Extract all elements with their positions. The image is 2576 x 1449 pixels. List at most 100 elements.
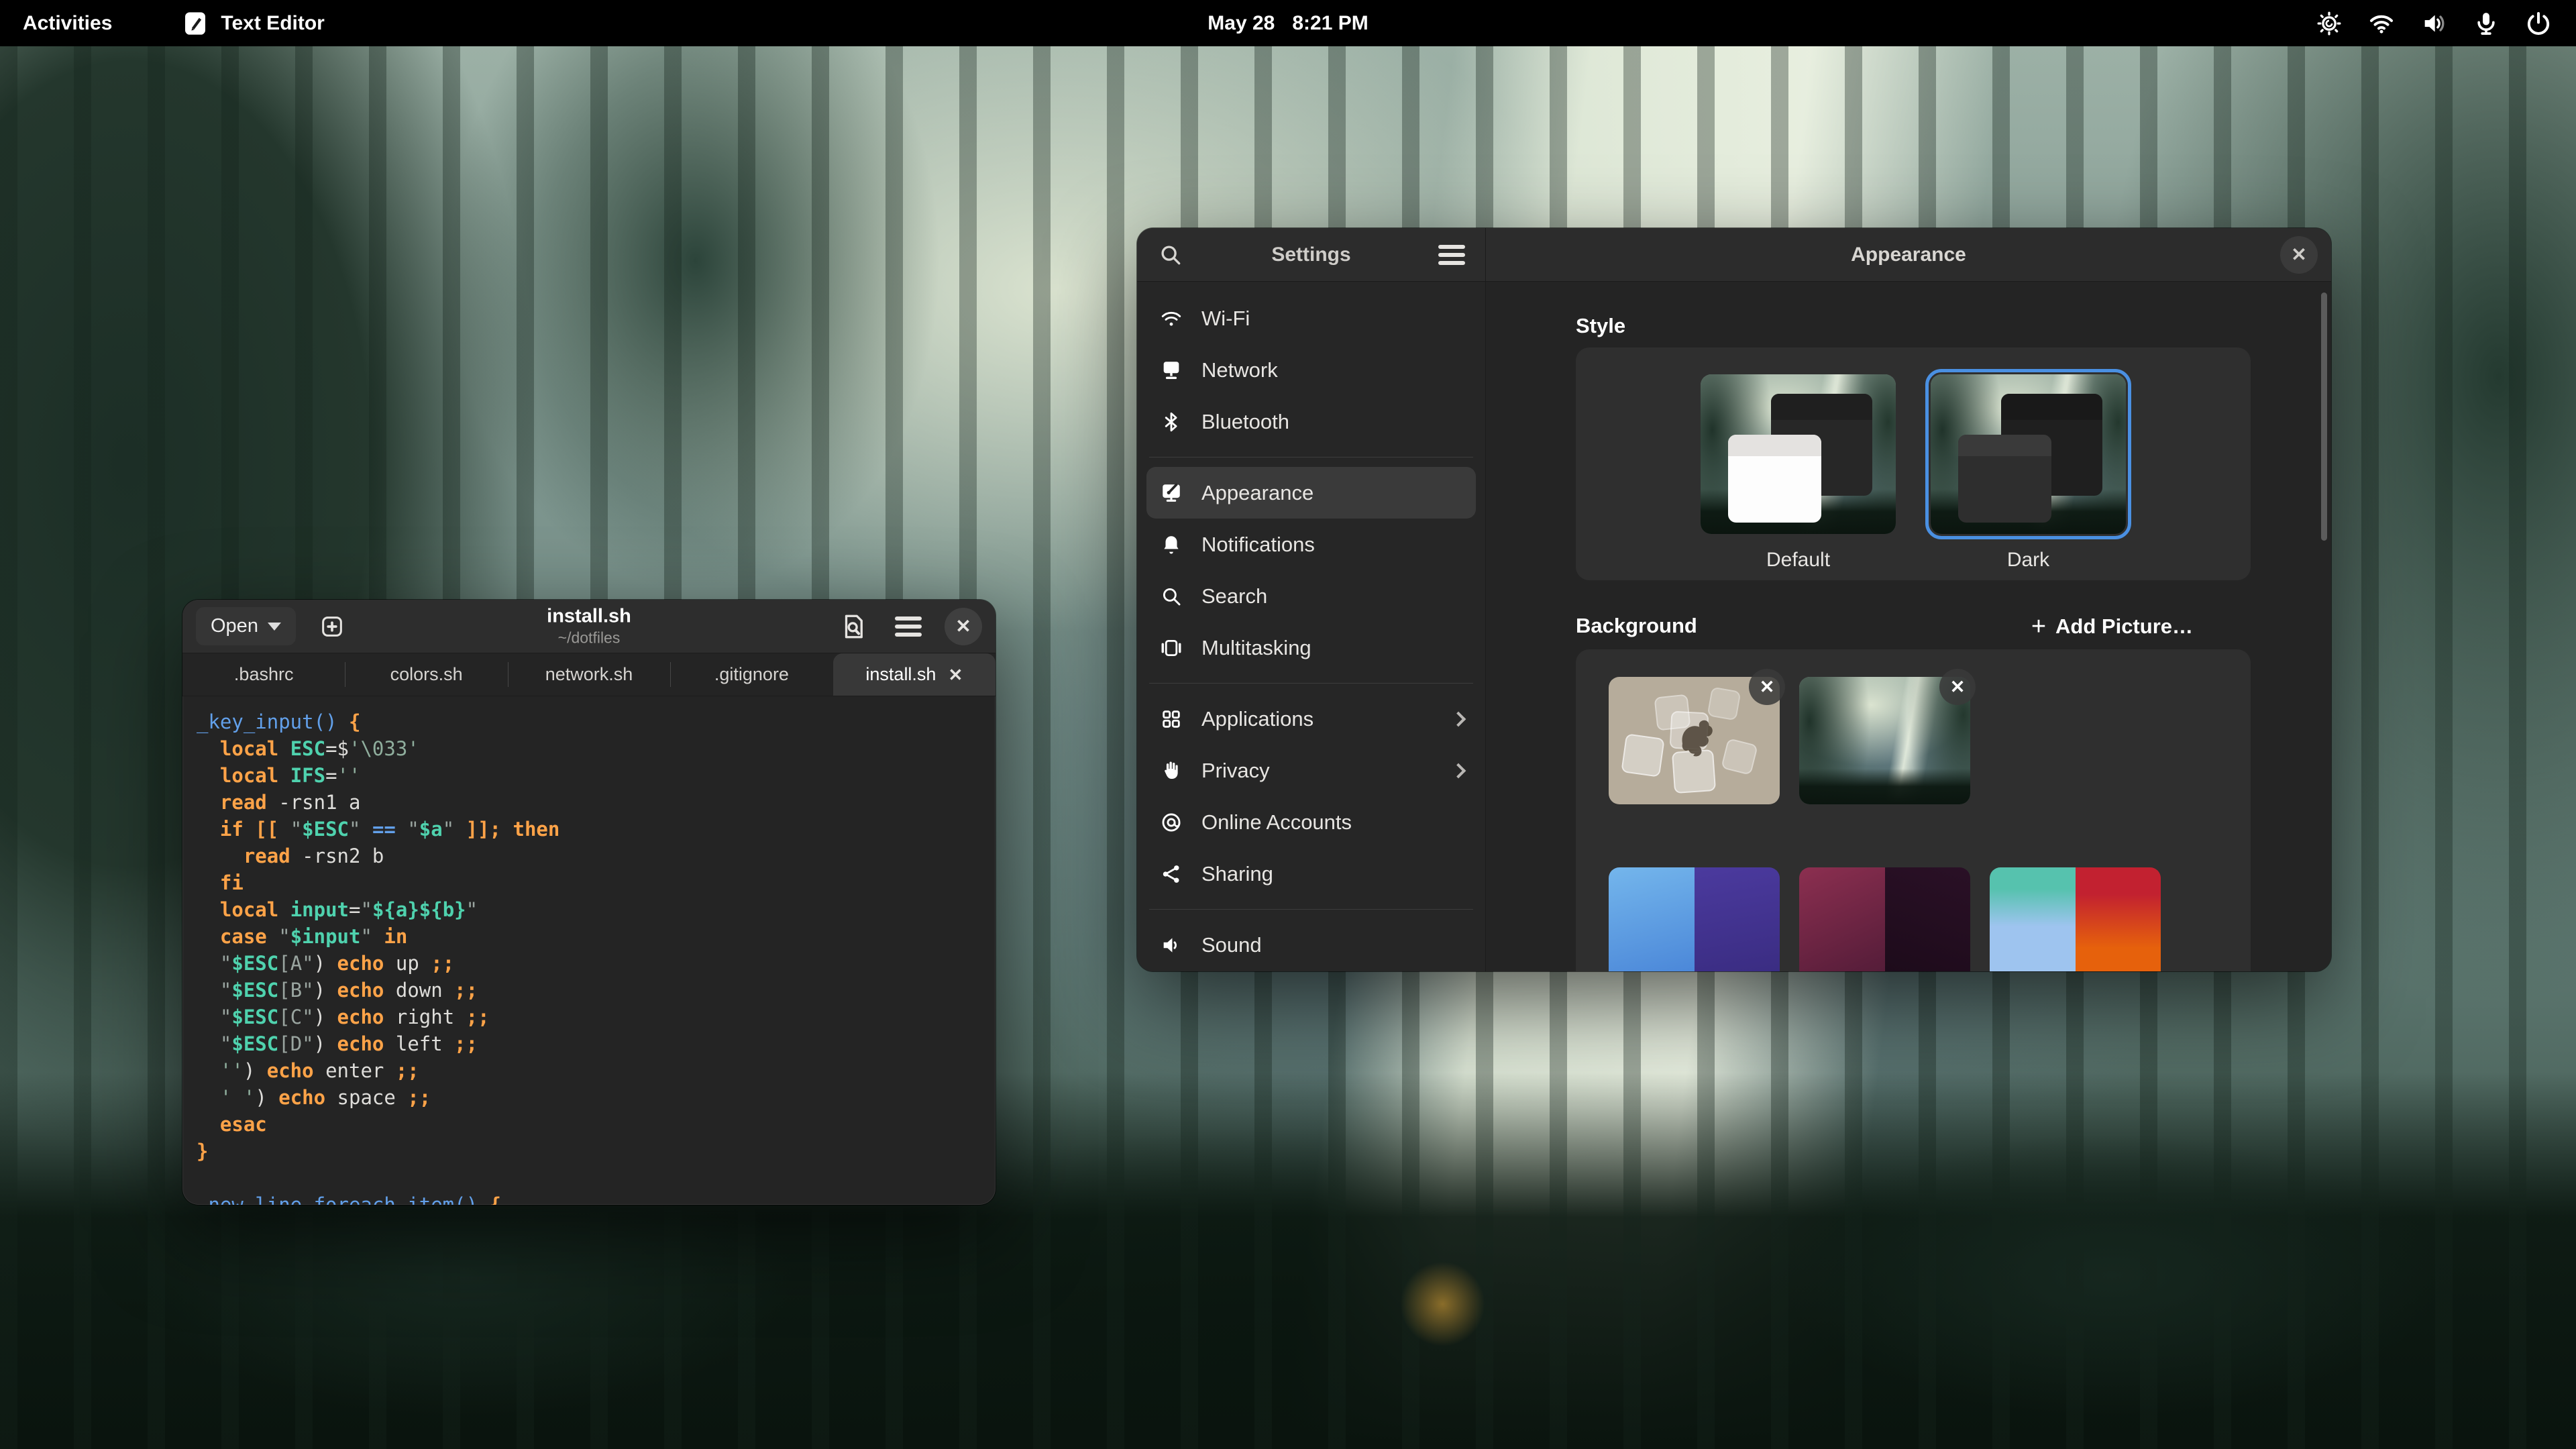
brightness-icon bbox=[2316, 10, 2343, 37]
clock[interactable]: May 28 8:21 PM bbox=[1208, 0, 1368, 46]
sidebar-item-label: Wi-Fi bbox=[1201, 307, 1250, 331]
settings-nav-list: Wi-Fi Network Bluetooth Appearance Notificat… bbox=[1137, 282, 1485, 971]
editor-tab[interactable]: .gitignore bbox=[670, 653, 833, 696]
editor-tab[interactable]: colors.sh bbox=[345, 653, 507, 696]
chevron-right-icon bbox=[1451, 763, 1466, 778]
speaker-icon bbox=[1159, 932, 1184, 958]
sidebar-item-sound[interactable]: Sound bbox=[1146, 919, 1476, 971]
style-card: DefaultDark bbox=[1576, 347, 2251, 580]
tab-label: install.sh bbox=[865, 664, 936, 685]
sidebar-item-label: Appearance bbox=[1201, 481, 1313, 505]
activities-button[interactable]: Activities bbox=[0, 0, 135, 46]
text-editor-window: Open install.sh ~/dotfiles ✕ .bashrc col… bbox=[182, 600, 996, 1205]
code-line: "$ESC[D") echo left ;; bbox=[197, 1030, 986, 1057]
code-line: if [[ "$ESC" == "$a" ]]; then bbox=[197, 816, 986, 843]
code-line: local IFS='' bbox=[197, 762, 986, 789]
editor-tab[interactable]: install.sh ✕ bbox=[833, 653, 996, 696]
preset-background-blue-purple[interactable] bbox=[1609, 867, 1780, 971]
bluetooth-icon bbox=[1159, 409, 1184, 435]
sidebar-item-online-accounts[interactable]: Online Accounts bbox=[1146, 796, 1476, 848]
sidebar-item-label: Bluetooth bbox=[1201, 410, 1289, 434]
background-thumb-waterfall[interactable]: ✕ bbox=[1799, 677, 1970, 804]
editor-close-button[interactable]: ✕ bbox=[945, 608, 982, 645]
appearance-panel: Appearance ✕ Style DefaultDark Backgroun… bbox=[1486, 228, 2331, 971]
sidebar-item-notifications[interactable]: Notifications bbox=[1146, 519, 1476, 570]
style-option-dark[interactable]: Dark bbox=[1931, 374, 2126, 572]
text-editor-icon bbox=[182, 10, 209, 37]
document-search-icon[interactable] bbox=[835, 608, 872, 645]
style-preview-default bbox=[1701, 374, 1896, 534]
remove-background-icon[interactable]: ✕ bbox=[1749, 669, 1785, 705]
share-icon bbox=[1159, 861, 1184, 887]
sidebar-item-applications[interactable]: Applications bbox=[1146, 693, 1476, 745]
remove-background-icon[interactable]: ✕ bbox=[1939, 669, 1976, 705]
clock-date: May 28 bbox=[1208, 12, 1275, 35]
code-line: _new_line_foreach_item() { bbox=[197, 1191, 986, 1205]
system-status-area[interactable] bbox=[2292, 0, 2576, 46]
editor-headerbar: Open install.sh ~/dotfiles ✕ bbox=[182, 600, 996, 653]
sidebar-item-wi-fi[interactable]: Wi-Fi bbox=[1146, 292, 1476, 344]
sidebar-item-privacy[interactable]: Privacy bbox=[1146, 745, 1476, 796]
settings-search-icon[interactable] bbox=[1152, 236, 1189, 274]
panel-scrollbar[interactable] bbox=[2321, 292, 2327, 541]
add-picture-label: Add Picture… bbox=[2055, 614, 2193, 639]
open-document-button[interactable]: Open bbox=[196, 607, 296, 645]
code-line: esac bbox=[197, 1111, 986, 1138]
top-bar: Activities Text Editor May 28 8:21 PM bbox=[0, 0, 2576, 46]
document-name: install.sh bbox=[547, 606, 631, 627]
sidebar-item-sharing[interactable]: Sharing bbox=[1146, 848, 1476, 900]
wifi-icon bbox=[2368, 10, 2395, 37]
sidebar-item-label: Online Accounts bbox=[1201, 810, 1352, 835]
sidebar-separator bbox=[1149, 457, 1473, 458]
sidebar-item-label: Search bbox=[1201, 584, 1267, 608]
tab-label: .bashrc bbox=[234, 664, 294, 685]
panel-headerbar: Appearance ✕ bbox=[1486, 228, 2331, 282]
code-line: read -rsn1 a bbox=[197, 789, 986, 816]
preset-background-blue-orange[interactable] bbox=[1990, 867, 2161, 971]
chevron-down-icon bbox=[268, 623, 281, 631]
code-line: _key_input() { bbox=[197, 708, 986, 735]
bell-icon bbox=[1159, 532, 1184, 557]
new-tab-button[interactable] bbox=[313, 608, 351, 645]
sidebar-item-label: Sharing bbox=[1201, 862, 1273, 886]
preset-background-maroon[interactable] bbox=[1799, 867, 1970, 971]
focused-app-menu[interactable]: Text Editor bbox=[182, 10, 324, 37]
document-folder: ~/dotfiles bbox=[547, 630, 631, 647]
settings-sidebar: Settings Wi-FiNetworkBluetoothAppearance… bbox=[1137, 228, 1486, 971]
code-editor[interactable]: _key_input() { local ESC=$'\033' local I… bbox=[182, 696, 996, 1205]
sidebar-item-label: Privacy bbox=[1201, 759, 1270, 783]
editor-tab[interactable]: .bashrc bbox=[182, 653, 345, 696]
tab-label: colors.sh bbox=[390, 664, 463, 685]
background-thumb-abstract[interactable]: ✕ bbox=[1609, 677, 1780, 804]
settings-menu-icon[interactable] bbox=[1433, 236, 1470, 274]
sidebar-item-multitasking[interactable]: Multitasking bbox=[1146, 622, 1476, 674]
apps-grid-icon bbox=[1159, 706, 1184, 732]
sidebar-item-label: Network bbox=[1201, 358, 1278, 382]
multitasking-icon bbox=[1159, 635, 1184, 661]
sidebar-item-bluetooth[interactable]: Bluetooth bbox=[1146, 396, 1476, 447]
code-line: '') echo enter ;; bbox=[197, 1057, 986, 1084]
sidebar-item-network[interactable]: Network bbox=[1146, 344, 1476, 396]
sidebar-item-label: Applications bbox=[1201, 707, 1313, 731]
open-button-label: Open bbox=[211, 615, 258, 637]
sidebar-item-search[interactable]: Search bbox=[1146, 570, 1476, 622]
chevron-right-icon bbox=[1451, 711, 1466, 727]
sidebar-item-label: Sound bbox=[1201, 933, 1262, 957]
add-picture-button[interactable]: + Add Picture… bbox=[2027, 614, 2197, 639]
tab-label: .gitignore bbox=[714, 664, 789, 685]
hamburger-icon bbox=[1438, 245, 1465, 265]
editor-tab[interactable]: network.sh bbox=[508, 653, 670, 696]
style-option-default[interactable]: Default bbox=[1701, 374, 1896, 572]
tab-close-icon[interactable]: ✕ bbox=[948, 666, 963, 684]
sidebar-separator bbox=[1149, 909, 1473, 910]
document-title: install.sh ~/dotfiles bbox=[547, 606, 631, 647]
settings-close-button[interactable]: ✕ bbox=[2280, 236, 2318, 274]
sidebar-item-appearance[interactable]: Appearance bbox=[1146, 467, 1476, 519]
style-preview-dark bbox=[1931, 374, 2126, 534]
privacy-hand-icon bbox=[1159, 758, 1184, 784]
code-line: case "$input" in bbox=[197, 923, 986, 950]
hamburger-icon bbox=[895, 616, 922, 637]
menu-icon[interactable] bbox=[890, 608, 927, 645]
dragon-logo-icon bbox=[1664, 706, 1725, 767]
appearance-icon bbox=[1159, 480, 1184, 506]
